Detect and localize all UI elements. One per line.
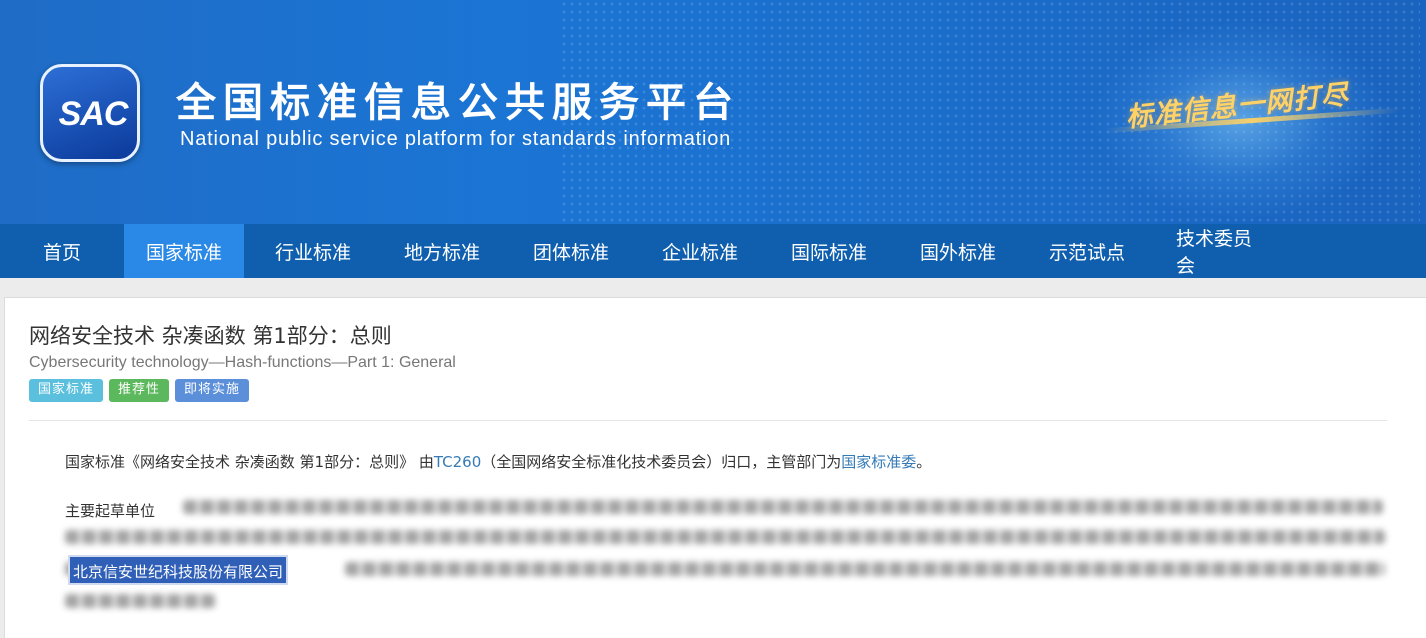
authority-link[interactable]: 国家标准委 [841,453,916,471]
site-banner: SAC 全国标准信息公共服务平台 National public service… [0,0,1426,224]
nav-item-technical-committee[interactable]: 技术委员会 [1156,224,1288,278]
status-badges: 国家标准 推荐性 即将实施 [29,379,250,402]
nav-item-industry-standards[interactable]: 行业标准 [244,224,382,278]
standard-title-cn: 网络安全技术 杂凑函数 第1部分：总则 [29,324,392,348]
divider [29,420,1387,421]
blurred-drafters-line-4 [65,594,215,608]
nav-item-local-standards[interactable]: 地方标准 [382,224,502,278]
intro-middle: （全国网络安全标准化技术委员会）归口，主管部门为 [481,453,842,471]
standard-title-en: Cybersecurity technology—Hash-functions—… [29,354,456,371]
intro-suffix: 。 [916,453,932,471]
nav-item-foreign-standards[interactable]: 国外标准 [898,224,1018,278]
nav-item-pilot-demonstration[interactable]: 示范试点 [1018,224,1156,278]
main-nav: 首页 国家标准 行业标准 地方标准 团体标准 企业标准 国际标准 国外标准 示范… [0,224,1426,278]
logo-text: SAC [58,95,129,133]
highlighted-drafter: 北京信安世纪科技股份有限公司 [68,555,289,585]
site-title: 全国标准信息公共服务平台 [176,80,740,126]
sac-logo[interactable]: SAC [40,64,140,162]
standard-intro: 国家标准《网络安全技术 杂凑函数 第1部分：总则》 由TC260（全国网络安全标… [65,451,931,472]
nav-item-national-standards[interactable]: 国家标准 [124,224,244,278]
committee-link[interactable]: TC260 [434,453,481,471]
blurred-drafters-line-3b [345,562,1385,576]
blurred-drafters-line-1 [183,500,1383,514]
nav-item-home[interactable]: 首页 [0,224,124,278]
standard-detail-panel: 网络安全技术 杂凑函数 第1部分：总则 Cybersecurity techno… [4,297,1426,638]
blurred-drafters-line-2 [65,530,1385,544]
badge-upcoming: 即将实施 [175,379,250,402]
nav-item-international-standards[interactable]: 国际标准 [760,224,898,278]
site-subtitle: National public service platform for sta… [180,128,732,150]
intro-prefix: 国家标准《网络安全技术 杂凑函数 第1部分：总则》 由 [65,453,434,471]
drafters-label: 主要起草单位 [65,502,156,520]
nav-item-enterprise-standards[interactable]: 企业标准 [640,224,760,278]
badge-national-standard: 国家标准 [29,379,104,402]
badge-recommended: 推荐性 [109,379,170,402]
nav-item-group-standards[interactable]: 团体标准 [502,224,640,278]
